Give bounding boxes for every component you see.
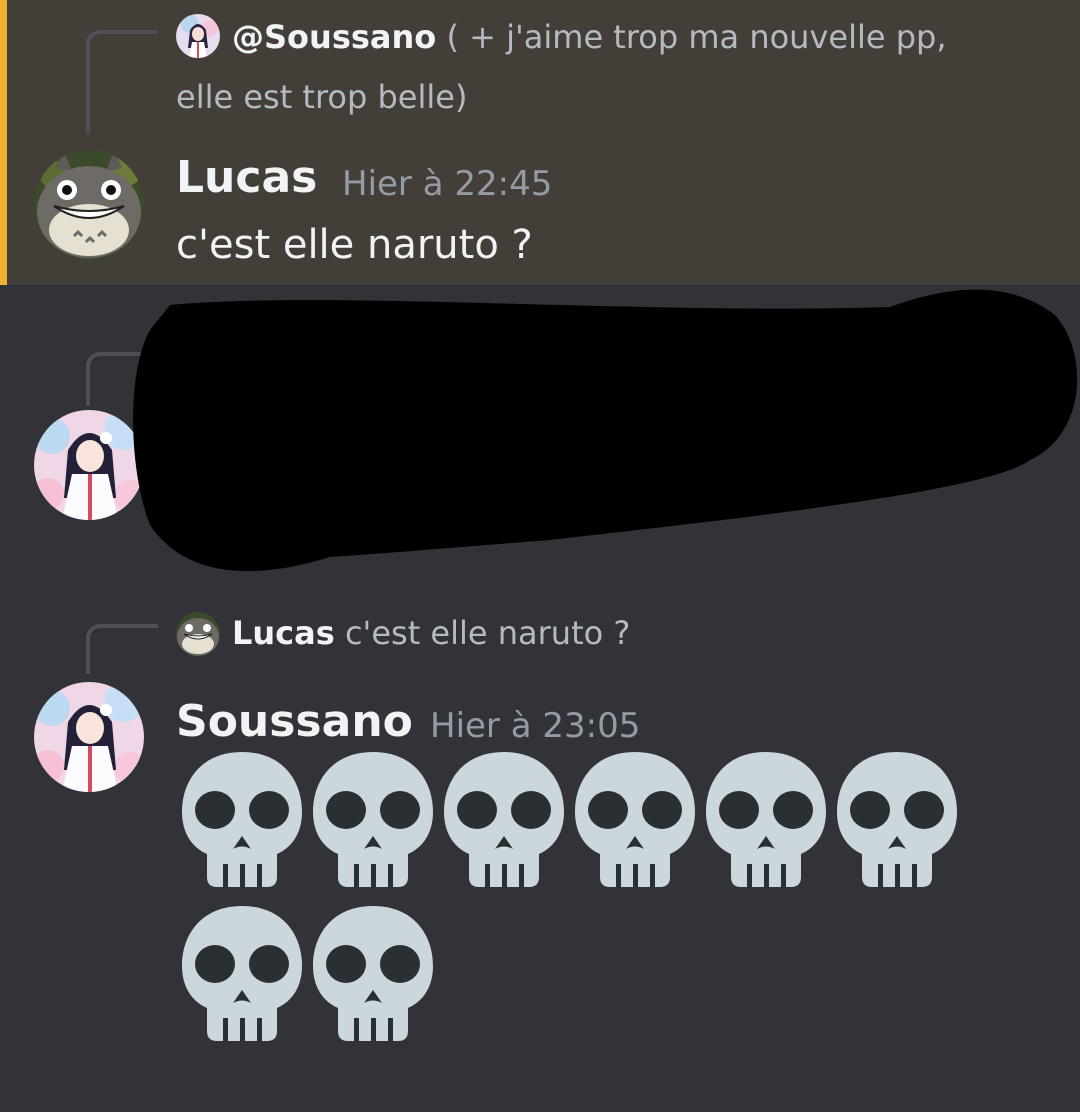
skull-emoji bbox=[444, 752, 564, 887]
reply-author[interactable]: Lucas bbox=[232, 614, 335, 652]
reply-text: c'est elle naruto ? bbox=[344, 614, 631, 652]
avatar[interactable] bbox=[34, 410, 144, 520]
reply-avatar[interactable] bbox=[176, 14, 220, 58]
redaction-scribble bbox=[133, 289, 1078, 572]
reply-avatar[interactable] bbox=[176, 612, 220, 656]
skull-emoji bbox=[313, 752, 433, 887]
skull-emoji bbox=[575, 752, 695, 887]
chat-view: @Soussano ( + j'aime trop ma nouvelle pp… bbox=[0, 0, 1080, 1112]
reply-mention[interactable]: @Soussano bbox=[232, 18, 436, 56]
message-timestamp[interactable]: Hier à 23:05 bbox=[430, 706, 640, 746]
message-author[interactable]: Lucas bbox=[176, 152, 317, 203]
skull-emoji bbox=[706, 752, 826, 887]
skull-emoji bbox=[837, 752, 957, 887]
skull-emoji bbox=[182, 752, 302, 887]
reply-spine bbox=[86, 30, 158, 134]
reply-text-continued: elle est trop belle) bbox=[176, 78, 468, 116]
reply-text: ( + j'aime trop ma nouvelle pp, bbox=[436, 18, 947, 56]
reply-preview[interactable]: Lucas c'est elle naruto ? bbox=[232, 604, 630, 662]
reply-preview[interactable]: @Soussano ( + j'aime trop ma nouvelle pp… bbox=[232, 8, 947, 66]
skull-emoji bbox=[182, 906, 302, 1041]
message-content: c'est elle naruto ? bbox=[176, 222, 533, 268]
skull-emoji bbox=[313, 906, 433, 1041]
avatar[interactable] bbox=[34, 150, 144, 260]
avatar[interactable] bbox=[34, 682, 144, 792]
message-timestamp[interactable]: Hier à 22:45 bbox=[342, 164, 552, 204]
mention-highlight-bar bbox=[0, 0, 7, 285]
message-author[interactable]: Soussano bbox=[176, 696, 413, 747]
reply-spine bbox=[86, 624, 158, 674]
